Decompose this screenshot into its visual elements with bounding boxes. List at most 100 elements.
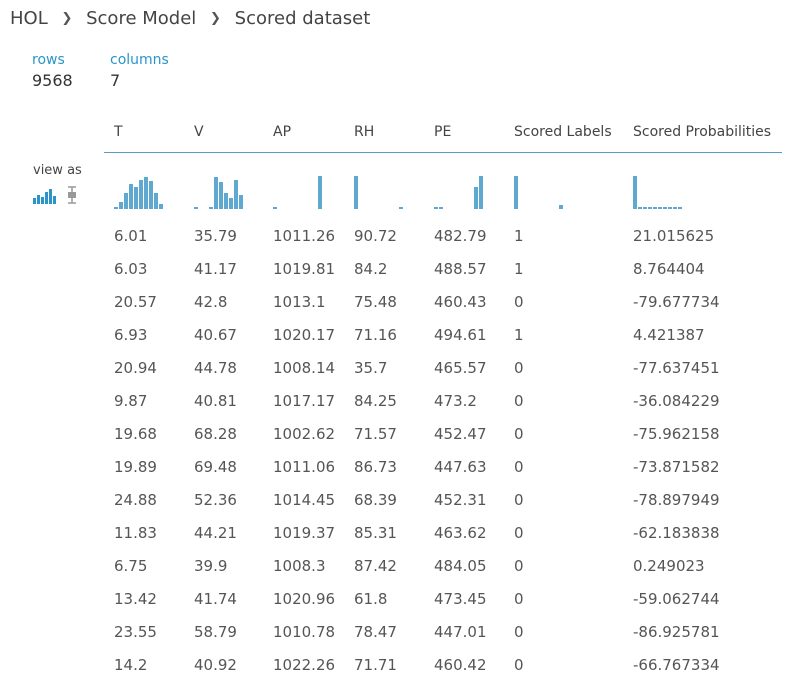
table-cell: 42.8 (194, 293, 228, 311)
table-cell: -79.677734 (633, 293, 720, 311)
table-cell: 40.67 (194, 326, 237, 344)
table-cell: 1008.3 (273, 557, 326, 575)
table-cell: 488.57 (434, 260, 487, 278)
columns-label: columns (110, 52, 169, 68)
column-histogram[interactable] (514, 171, 564, 209)
histogram-bar (124, 193, 128, 209)
histogram-bar (653, 207, 657, 209)
table-cell: 452.31 (434, 491, 487, 509)
table-cell: 1013.1 (273, 293, 326, 311)
table-cell: 40.92 (194, 656, 237, 674)
table-cell: 1019.81 (273, 260, 336, 278)
column-histogram[interactable] (194, 171, 244, 209)
table-cell: 13.42 (114, 590, 157, 608)
histogram-icon[interactable] (33, 188, 57, 208)
table-cell: 0 (514, 359, 524, 377)
table-cell: 11.83 (114, 524, 157, 542)
table-cell: 1002.62 (273, 425, 336, 443)
histogram-bar (159, 204, 163, 209)
table-cell: 35.79 (194, 227, 237, 245)
table-cell: -86.925781 (633, 623, 720, 641)
histogram-bar (239, 195, 243, 209)
table-cell: -36.084229 (633, 392, 720, 410)
table-cell: -77.637451 (633, 359, 720, 377)
histogram-bar (114, 207, 118, 209)
table-cell: 44.21 (194, 524, 237, 542)
table-cell: 4.421387 (633, 326, 705, 344)
table-cell: 41.17 (194, 260, 237, 278)
chevron-right-icon: ❯ (210, 11, 221, 26)
column-header[interactable]: Scored Probabilities (633, 124, 771, 140)
histogram-bar (229, 198, 233, 209)
histogram-bar (144, 177, 148, 209)
table-cell: 20.94 (114, 359, 157, 377)
table-cell: 44.78 (194, 359, 237, 377)
table-cell: 452.47 (434, 425, 487, 443)
histogram-bar (154, 193, 158, 209)
table-cell: 1017.17 (273, 392, 336, 410)
column-histogram[interactable] (434, 171, 484, 209)
table-cell: 0.249023 (633, 557, 705, 575)
columns-stat: columns 7 (110, 52, 169, 90)
column-header[interactable]: PE (434, 124, 451, 140)
view-as-toggle (33, 186, 78, 208)
histogram-bar (638, 207, 642, 209)
table-cell: 8.764404 (633, 260, 705, 278)
column-histogram[interactable] (114, 171, 164, 209)
table-cell: 1010.78 (273, 623, 336, 641)
histogram-bar (139, 180, 143, 209)
column-header[interactable]: RH (354, 124, 374, 140)
table-cell: 52.36 (194, 491, 237, 509)
table-cell: 86.73 (354, 458, 397, 476)
table-cell: 484.05 (434, 557, 487, 575)
histogram-bar (273, 207, 277, 209)
table-cell: 71.71 (354, 656, 397, 674)
table-cell: 85.31 (354, 524, 397, 542)
histogram-bar (514, 176, 518, 209)
table-cell: 87.42 (354, 557, 397, 575)
table-cell: 447.63 (434, 458, 487, 476)
breadcrumb-item-score-model[interactable]: Score Model (86, 8, 196, 29)
boxplot-icon[interactable] (66, 186, 78, 208)
table-cell: 23.55 (114, 623, 157, 641)
histogram-bar (224, 193, 228, 209)
histogram-bar (354, 176, 358, 209)
histogram-bar (663, 207, 667, 209)
table-cell: 0 (514, 491, 524, 509)
column-header[interactable]: Scored Labels (514, 124, 612, 140)
table-cell: 84.2 (354, 260, 388, 278)
histogram-bar (474, 187, 478, 209)
table-cell: -66.767334 (633, 656, 720, 674)
table-cell: 1 (514, 326, 524, 344)
histogram-bar (209, 207, 213, 209)
table-cell: 90.72 (354, 227, 397, 245)
table-cell: 0 (514, 656, 524, 674)
histogram-bar (318, 176, 322, 209)
column-histogram[interactable] (273, 171, 323, 209)
histogram-bar (559, 205, 563, 209)
table-cell: 473.45 (434, 590, 487, 608)
histogram-bar (194, 207, 198, 209)
column-header[interactable]: T (114, 124, 123, 140)
column-header[interactable]: V (194, 124, 204, 140)
column-header[interactable]: AP (273, 124, 291, 140)
table-cell: 1019.37 (273, 524, 336, 542)
histogram-bar (633, 176, 637, 209)
table-cell: 482.79 (434, 227, 487, 245)
breadcrumb-item-hol[interactable]: HOL (10, 8, 48, 29)
column-histogram[interactable] (354, 171, 404, 209)
table-cell: 0 (514, 392, 524, 410)
table-cell: 6.01 (114, 227, 148, 245)
column-histogram[interactable] (633, 171, 683, 209)
histogram-bar (119, 202, 123, 209)
histogram-bar (134, 187, 138, 209)
table-cell: 71.57 (354, 425, 397, 443)
histogram-bar (149, 181, 153, 209)
table-cell: 0 (514, 293, 524, 311)
histogram-bar (399, 207, 403, 209)
table-cell: 1 (514, 260, 524, 278)
table-cell: 0 (514, 425, 524, 443)
table-cell: 465.57 (434, 359, 487, 377)
table-cell: 75.48 (354, 293, 397, 311)
table-cell: 1014.45 (273, 491, 336, 509)
